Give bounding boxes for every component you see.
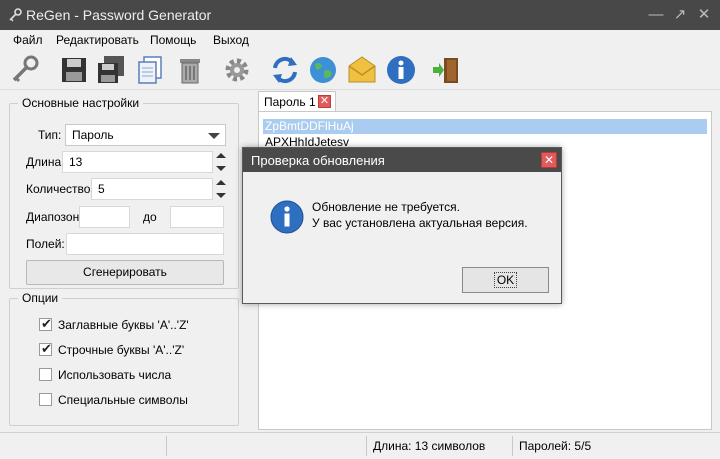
numbers-label: Использовать числа	[58, 368, 172, 382]
menu-help[interactable]: Помощь	[150, 33, 196, 47]
toolbar	[0, 50, 720, 90]
range-label: Диапозон:	[26, 210, 83, 224]
type-label: Тип:	[38, 128, 62, 142]
ok-label: OK	[493, 272, 518, 288]
menu-exit[interactable]: Выход	[213, 33, 249, 47]
title-bar: ReGen - Password Generator — ↗ ✕	[0, 0, 720, 30]
checkmark-icon: ✔	[41, 316, 52, 331]
options-title: Опции	[18, 291, 63, 305]
count-input[interactable]: 5	[91, 178, 213, 200]
spin-up-icon[interactable]	[216, 153, 226, 158]
globe-icon[interactable]	[305, 52, 341, 88]
special-chars-label: Специальные символы	[58, 393, 188, 407]
type-dropdown-value: Пароль	[72, 128, 114, 142]
menu-bar: Файл Редактировать Помощь Выход	[0, 30, 720, 50]
uppercase-label: Заглавные буквы 'A'..'Z'	[58, 318, 189, 332]
lowercase-checkbox[interactable]: ✔	[39, 341, 52, 356]
settings-icon[interactable]	[219, 52, 255, 88]
spin-down-icon[interactable]	[216, 166, 226, 171]
fields-input[interactable]	[66, 233, 224, 255]
uppercase-checkbox[interactable]: ✔	[39, 316, 52, 331]
window-title: ReGen - Password Generator	[26, 7, 212, 23]
type-dropdown[interactable]: Пароль	[65, 124, 226, 146]
dialog-message-line-2: У вас установлена актуальная версия.	[312, 216, 528, 230]
dialog-close-icon[interactable]: ✕	[541, 152, 557, 168]
menu-file[interactable]: Файл	[13, 33, 43, 47]
exit-icon[interactable]	[428, 52, 464, 88]
chevron-down-icon	[208, 133, 220, 139]
tab-password-1[interactable]: Пароль 1 ✕	[258, 91, 336, 111]
length-label: Длина:	[26, 155, 65, 169]
generate-button[interactable]: Сгенерировать	[26, 260, 224, 285]
close-tab-icon[interactable]: ✕	[318, 95, 331, 108]
menu-edit[interactable]: Редактировать	[56, 33, 139, 47]
checkmark-icon: ✔	[41, 341, 52, 356]
dialog-message-line-1: Обновление не требуется.	[312, 200, 460, 214]
fields-label: Полей:	[26, 237, 65, 251]
tab-label: Пароль 1	[264, 95, 316, 109]
dialog-title: Проверка обновления	[251, 153, 385, 168]
range-from-input[interactable]	[79, 206, 130, 228]
mail-icon[interactable]	[344, 52, 380, 88]
status-length: Длина: 13 символов	[366, 436, 512, 456]
status-empty	[166, 436, 366, 456]
delete-icon[interactable]	[172, 52, 208, 88]
list-item[interactable]: ZpBmtDDFlHuAj	[263, 119, 707, 134]
length-value: 13	[69, 155, 83, 169]
numbers-checkbox[interactable]	[39, 368, 52, 381]
count-value: 5	[98, 182, 105, 196]
range-to-label: до	[143, 210, 157, 224]
info-icon	[270, 200, 304, 234]
dialog-title-bar: Проверка обновления ✕	[243, 148, 561, 172]
basic-settings-title: Основные настройки	[18, 96, 144, 110]
key-app-icon	[9, 8, 22, 22]
update-dialog: Проверка обновления ✕ Обновление не треб…	[242, 147, 562, 304]
range-to-input[interactable]	[170, 206, 224, 228]
spin-down-icon[interactable]	[216, 193, 226, 198]
status-bar: Длина: 13 символов Паролей: 5/5	[0, 432, 720, 459]
refresh-icon[interactable]	[267, 52, 303, 88]
close-button[interactable]: ✕	[693, 4, 715, 26]
length-spinner[interactable]	[215, 151, 227, 173]
spin-up-icon[interactable]	[216, 180, 226, 185]
length-input[interactable]: 13	[62, 151, 213, 173]
status-count: Паролей: 5/5	[512, 436, 720, 456]
copy-icon[interactable]	[132, 52, 168, 88]
special-chars-checkbox[interactable]	[39, 393, 52, 406]
count-label: Количество:	[26, 182, 94, 196]
count-spinner[interactable]	[215, 178, 227, 200]
save-icon[interactable]	[56, 52, 92, 88]
ok-button[interactable]: OK	[462, 267, 549, 293]
lowercase-label: Строчные буквы 'A'..'Z'	[58, 343, 185, 357]
save-all-icon[interactable]	[93, 52, 129, 88]
minimize-button[interactable]: —	[645, 4, 667, 26]
info-icon[interactable]	[383, 52, 419, 88]
maximize-button[interactable]: ↗	[669, 4, 691, 26]
key-icon[interactable]	[6, 52, 42, 88]
